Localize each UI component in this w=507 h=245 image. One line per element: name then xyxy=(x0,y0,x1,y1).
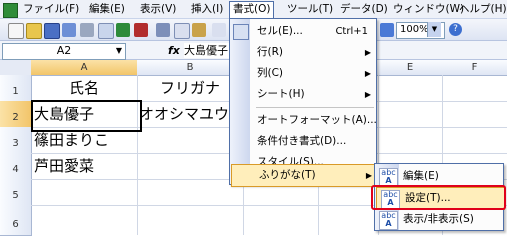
cut-icon[interactable] xyxy=(156,23,170,37)
open-icon[interactable] xyxy=(26,23,42,39)
cell-b1[interactable]: フリガナ xyxy=(137,77,243,99)
format-menu: セル(E)... Ctrl+1 行(R) ▶ 列(C) ▶ シート(H) ▶ オ… xyxy=(229,18,378,187)
active-cell-cursor xyxy=(31,100,142,132)
menu-tools[interactable]: ツール(T) xyxy=(284,2,336,17)
menu-item-label: シート(H) xyxy=(257,88,305,100)
menu-item-label: オートフォーマット(A)... xyxy=(257,114,377,126)
submenu-item-show-hide[interactable]: abc A 表示/非表示(S) xyxy=(375,209,503,230)
save-icon[interactable] xyxy=(44,23,60,39)
column-header-b[interactable]: B xyxy=(137,60,244,76)
menu-item-cells[interactable]: セル(E)... Ctrl+1 xyxy=(230,21,376,42)
print-preview-icon[interactable] xyxy=(98,23,114,39)
submenu-arrow-icon: ▶ xyxy=(364,48,371,57)
menu-item-row[interactable]: 行(R) ▶ xyxy=(230,42,376,63)
cells-icon xyxy=(233,24,249,40)
menu-help[interactable]: ヘルプ(H) xyxy=(456,2,507,17)
submenu-item-label: 編集(E) xyxy=(403,170,439,182)
shortcut-label: Ctrl+1 xyxy=(335,26,368,37)
gridline xyxy=(137,75,138,235)
menu-item-label: セル(E)... xyxy=(257,25,303,37)
column-header-f[interactable]: F xyxy=(442,60,507,76)
menu-item-autoformat[interactable]: オートフォーマット(A)... xyxy=(230,110,377,131)
row-header-6[interactable]: 6 xyxy=(0,205,32,236)
menu-insert[interactable]: 挿入(I) xyxy=(188,2,226,17)
menu-item-label: ふりがな(T) xyxy=(259,169,316,181)
menu-edit[interactable]: 編集(E) xyxy=(86,2,128,17)
menu-item-sheet[interactable]: シート(H) ▶ xyxy=(230,84,376,105)
row-header-1[interactable]: 1 xyxy=(0,75,32,102)
copy-icon[interactable] xyxy=(174,23,190,39)
column-header-a[interactable]: A xyxy=(31,60,138,76)
submenu-item-edit[interactable]: abc A 編集(E) xyxy=(375,166,503,187)
menu-view[interactable]: 表示(V) xyxy=(137,2,179,17)
cell-a4[interactable]: 芦田愛菜 xyxy=(34,155,137,177)
menu-item-conditional-formatting[interactable]: 条件付き書式(D)... xyxy=(230,131,376,152)
excel-app-icon[interactable] xyxy=(3,3,18,18)
chevron-down-icon[interactable]: ▼ xyxy=(427,22,441,37)
callout-highlight-box xyxy=(371,185,506,210)
submenu-arrow-icon: ▶ xyxy=(365,171,372,180)
row-header-4[interactable]: 4 xyxy=(0,153,32,180)
cell-a1[interactable]: 氏名 xyxy=(31,77,137,99)
menu-separator xyxy=(256,107,374,108)
print-icon[interactable] xyxy=(80,23,94,37)
new-icon[interactable] xyxy=(8,23,24,39)
cell-b2[interactable]: オオシマユウコ xyxy=(139,103,231,125)
research-icon[interactable] xyxy=(134,23,148,37)
format-painter-icon[interactable] xyxy=(212,23,226,37)
menu-item-column[interactable]: 列(C) ▶ xyxy=(230,63,376,84)
select-all-corner[interactable] xyxy=(0,60,32,76)
menu-bar: ファイル(F) 編集(E) 表示(V) 挿入(I) 書式(O) ツール(T) デ… xyxy=(0,0,507,20)
cell-a3[interactable]: 篠田まりこ xyxy=(34,129,137,151)
row-header-3[interactable]: 3 xyxy=(0,127,32,154)
menu-data[interactable]: データ(D) xyxy=(337,2,391,17)
menu-item-label: 条件付き書式(D)... xyxy=(257,135,347,147)
phonetic-show-hide-icon: abc A xyxy=(379,211,398,230)
row-header-2[interactable]: 2 xyxy=(0,101,32,128)
name-box[interactable]: A2 xyxy=(2,43,126,60)
submenu-arrow-icon: ▶ xyxy=(364,90,371,99)
row-header-5[interactable]: 5 xyxy=(0,179,32,206)
menu-item-label: 行(R) xyxy=(257,46,283,58)
menu-file[interactable]: ファイル(F) xyxy=(20,2,82,17)
function-icon[interactable]: fx xyxy=(168,43,182,58)
submenu-item-label: 表示/非表示(S) xyxy=(403,213,474,225)
menu-item-phonetic[interactable]: ふりがな(T) ▶ xyxy=(231,164,378,187)
help-icon[interactable]: ? xyxy=(449,23,462,36)
chart-wizard-icon[interactable] xyxy=(380,23,394,37)
submenu-arrow-icon: ▶ xyxy=(364,69,371,78)
spelling-icon[interactable] xyxy=(116,23,130,37)
paste-icon[interactable] xyxy=(192,23,206,37)
chevron-down-icon[interactable]: ▼ xyxy=(114,43,124,58)
permission-icon[interactable] xyxy=(62,23,76,37)
column-header-e[interactable]: E xyxy=(378,60,443,76)
menu-item-label: 列(C) xyxy=(257,67,284,79)
